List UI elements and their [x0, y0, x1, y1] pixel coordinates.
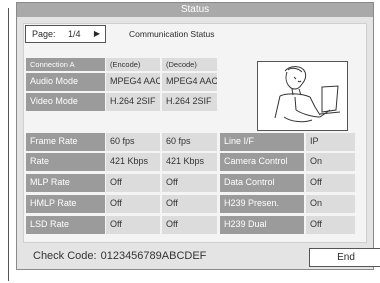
row-label-line-if: Line I/F — [220, 133, 304, 151]
row-label-camera-control: Camera Control — [220, 153, 304, 171]
rate-decode-value: 421 Kbps — [162, 153, 217, 171]
end-button[interactable]: End — [309, 248, 380, 267]
h239-dual-value: Off — [306, 216, 355, 234]
check-code-value: 0123456789ABCDEF — [100, 250, 207, 262]
row-label-h239-dual: H239 Dual — [220, 216, 304, 234]
window-title: Status — [17, 3, 373, 17]
row-label-hmlp-rate: HMLP Rate — [26, 195, 105, 213]
decode-header: (Decode) — [162, 58, 217, 71]
frame-rate-encode-value: 60 fps — [106, 133, 160, 151]
hmlp-decode-value: Off — [162, 195, 217, 213]
status-dialog: Status Page: 1/4 ▶ Communication Status … — [16, 2, 380, 270]
check-code: Check Code: 0123456789ABCDEF — [33, 250, 206, 262]
data-control-value: Off — [306, 174, 355, 192]
lsd-encode-value: Off — [106, 216, 160, 234]
row-label-lsd-rate: LSD Rate — [26, 216, 105, 234]
row-label-data-control: Data Control — [220, 174, 304, 192]
lsd-decode-value: Off — [162, 216, 217, 234]
left-frame-line — [8, 8, 9, 281]
row-label-mlp-rate: MLP Rate — [26, 174, 105, 192]
encode-header: (Encode) — [106, 58, 160, 71]
mlp-decode-value: Off — [162, 174, 217, 192]
section-title: Communication Status — [129, 29, 215, 39]
audio-decode-value: MPEG4 AAC — [162, 73, 217, 91]
connection-header: Connection A — [26, 58, 105, 71]
rate-encode-value: 421 Kbps — [106, 153, 160, 171]
check-code-label: Check Code: — [33, 250, 97, 262]
row-label-frame-rate: Frame Rate — [26, 133, 105, 151]
page-label: Page: — [32, 29, 56, 39]
user-illustration — [257, 61, 348, 131]
h239-presen-value: On — [306, 195, 355, 213]
audio-encode-value: MPEG4 AAC — [106, 73, 160, 91]
row-label-rate: Rate — [26, 153, 105, 171]
line-if-value: IP — [306, 133, 355, 151]
camera-control-value: On — [306, 153, 355, 171]
video-decode-value: H.264 2SIF — [162, 93, 217, 111]
hmlp-encode-value: Off — [106, 195, 160, 213]
page-next-arrow-icon[interactable]: ▶ — [94, 26, 100, 42]
row-label-audio-mode: Audio Mode — [26, 73, 105, 91]
page-selector[interactable]: Page: 1/4 ▶ — [25, 25, 106, 43]
page-value: 1/4 — [68, 29, 81, 39]
row-label-video-mode: Video Mode — [26, 93, 105, 111]
frame-rate-decode-value: 60 fps — [162, 133, 217, 151]
video-encode-value: H.264 2SIF — [106, 93, 160, 111]
row-label-h239-presen: H239 Presen. — [220, 195, 304, 213]
mlp-encode-value: Off — [106, 174, 160, 192]
person-at-laptop-icon — [274, 66, 341, 123]
